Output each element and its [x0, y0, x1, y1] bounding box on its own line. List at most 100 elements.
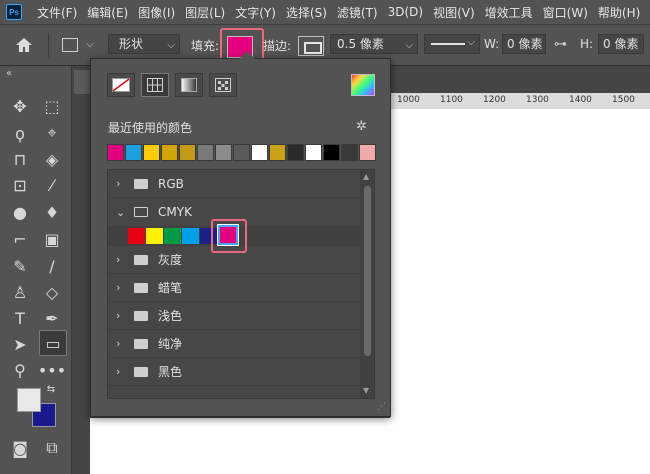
collapse-icon[interactable]: «: [6, 68, 12, 79]
recent-swatch[interactable]: [233, 144, 250, 161]
eyedropper-tool-icon[interactable]: ⁄: [40, 173, 64, 197]
stroke-color-swatch[interactable]: [298, 36, 324, 56]
gradient-button[interactable]: [175, 73, 203, 97]
brush-tool-icon[interactable]: ∕: [40, 254, 64, 278]
more-tools-icon[interactable]: •••: [38, 358, 66, 382]
link-icon[interactable]: ⊶: [554, 37, 567, 52]
pen-tool-icon[interactable]: ✒: [40, 306, 64, 330]
type-tool-icon[interactable]: T: [8, 306, 32, 330]
recent-swatch[interactable]: [107, 144, 124, 161]
swatch-grid-icon: [147, 78, 163, 92]
drop-tool-icon[interactable]: ♦: [40, 200, 64, 224]
scroll-thumb[interactable]: [364, 186, 371, 356]
transform-tool-icon[interactable]: ⊡: [8, 173, 32, 197]
cmyk-swatch[interactable]: [164, 228, 181, 244]
menu-image[interactable]: 图像(I): [133, 4, 180, 21]
cmyk-swatch[interactable]: [182, 228, 199, 244]
paint-bucket-icon[interactable]: ◈: [40, 147, 64, 171]
no-color-button[interactable]: [107, 73, 135, 97]
marquee-tool-icon[interactable]: ⬚: [40, 94, 64, 118]
cmyk-swatch[interactable]: [146, 228, 163, 244]
crop-select-icon[interactable]: ▣: [40, 227, 64, 251]
menu-window[interactable]: 窗口(W): [538, 4, 593, 21]
menu-view[interactable]: 视图(V): [428, 4, 480, 21]
recent-swatch[interactable]: [305, 144, 322, 161]
move-tool-icon[interactable]: ✥: [8, 94, 32, 118]
swatch-group-pastel[interactable]: › 蜡笔: [108, 274, 360, 302]
color-picker-button[interactable]: [351, 74, 375, 96]
group-name: CMYK: [158, 205, 192, 219]
menu-filter[interactable]: 滤镜(T): [332, 4, 383, 21]
list-scrollbar[interactable]: ▲ ▼: [360, 170, 374, 398]
chevron-right-icon: ›: [116, 177, 121, 190]
recent-swatch[interactable]: [215, 144, 232, 161]
popup-arrow: [239, 51, 255, 59]
menu-edit[interactable]: 编辑(E): [82, 4, 133, 21]
home-icon[interactable]: [14, 37, 34, 53]
quick-mask-icon[interactable]: ◙: [8, 436, 32, 460]
menu-layer[interactable]: 图层(L): [180, 4, 230, 21]
rectangle-tool-icon[interactable]: ▭: [39, 330, 67, 356]
blur-tool-icon[interactable]: ●: [8, 200, 32, 224]
object-select-tool-icon[interactable]: ⌖: [40, 121, 64, 145]
healing-brush-icon[interactable]: ✎: [8, 254, 32, 278]
pattern-icon: [215, 78, 231, 92]
tool-preset-icon[interactable]: [62, 38, 78, 52]
menu-plugins[interactable]: 增效工具: [480, 4, 538, 21]
height-input[interactable]: 0 像素: [598, 34, 644, 54]
swatch-group-rgb[interactable]: › RGB: [108, 170, 360, 198]
recent-swatch[interactable]: [323, 144, 340, 161]
resize-grip-icon[interactable]: ⋰: [377, 402, 386, 412]
chevron-down-icon[interactable]: ⌵: [86, 39, 94, 50]
ruler-tick: 1300: [526, 95, 549, 105]
menu-help[interactable]: 帮助(H): [593, 4, 645, 21]
scroll-down-icon[interactable]: ▼: [363, 386, 369, 395]
cmyk-selected-swatch[interactable]: [217, 224, 239, 246]
scroll-up-icon[interactable]: ▲: [363, 172, 369, 181]
foreground-color-swatch[interactable]: [17, 388, 41, 412]
recent-swatch[interactable]: [287, 144, 304, 161]
screen-mode-icon[interactable]: ⧉: [40, 436, 64, 460]
recent-swatch[interactable]: [161, 144, 178, 161]
frame-tool-icon[interactable]: ⊓: [8, 147, 32, 171]
tool-mode-select[interactable]: 形状 ⌵: [108, 34, 180, 54]
stroke-type-select[interactable]: ⌵: [424, 34, 480, 54]
recent-swatch[interactable]: [359, 144, 376, 161]
gear-icon[interactable]: ✲: [356, 119, 367, 134]
recent-swatch[interactable]: [125, 144, 142, 161]
swatch-group-dark[interactable]: › 黑色: [108, 358, 360, 386]
canvas[interactable]: [390, 109, 650, 474]
menu-select[interactable]: 选择(S): [281, 4, 332, 21]
height-label: H:: [580, 37, 594, 51]
no-color-icon: [112, 78, 130, 92]
recent-swatch[interactable]: [341, 144, 358, 161]
recent-swatch[interactable]: [143, 144, 160, 161]
stroke-width-select[interactable]: 0.5 像素 ⌵: [330, 34, 418, 54]
cmyk-swatch[interactable]: [128, 228, 145, 244]
eraser-tool-icon[interactable]: ◇: [40, 280, 64, 304]
swatch-group-pure[interactable]: › 纯净: [108, 330, 360, 358]
recent-swatch[interactable]: [179, 144, 196, 161]
zoom-tool-icon[interactable]: ⚲: [8, 358, 32, 382]
crop-tool-icon[interactable]: ⌐: [8, 227, 32, 251]
stroke-line-icon: [431, 43, 465, 45]
folder-icon: [134, 366, 148, 377]
chevron-right-icon: ›: [116, 281, 121, 294]
recent-colors-title: 最近使用的颜色: [108, 121, 193, 135]
menu-3d[interactable]: 3D(D): [383, 5, 428, 19]
stamp-tool-icon[interactable]: ♙: [8, 280, 32, 304]
pattern-button[interactable]: [209, 73, 237, 97]
swatch-group-light[interactable]: › 浅色: [108, 302, 360, 330]
recent-swatch[interactable]: [197, 144, 214, 161]
width-input[interactable]: 0 像素: [502, 34, 546, 54]
swap-colors-icon[interactable]: ⇆: [44, 382, 58, 396]
solid-color-button[interactable]: [141, 73, 169, 97]
recent-swatch[interactable]: [251, 144, 268, 161]
recent-swatch[interactable]: [269, 144, 286, 161]
lasso-tool-icon[interactable]: ϙ: [8, 121, 32, 145]
menu-type[interactable]: 文字(Y): [230, 4, 281, 21]
canvas[interactable]: [90, 418, 390, 474]
path-select-tool-icon[interactable]: ➤: [8, 332, 32, 356]
folder-icon: [134, 178, 148, 189]
menu-file[interactable]: 文件(F): [32, 4, 82, 21]
